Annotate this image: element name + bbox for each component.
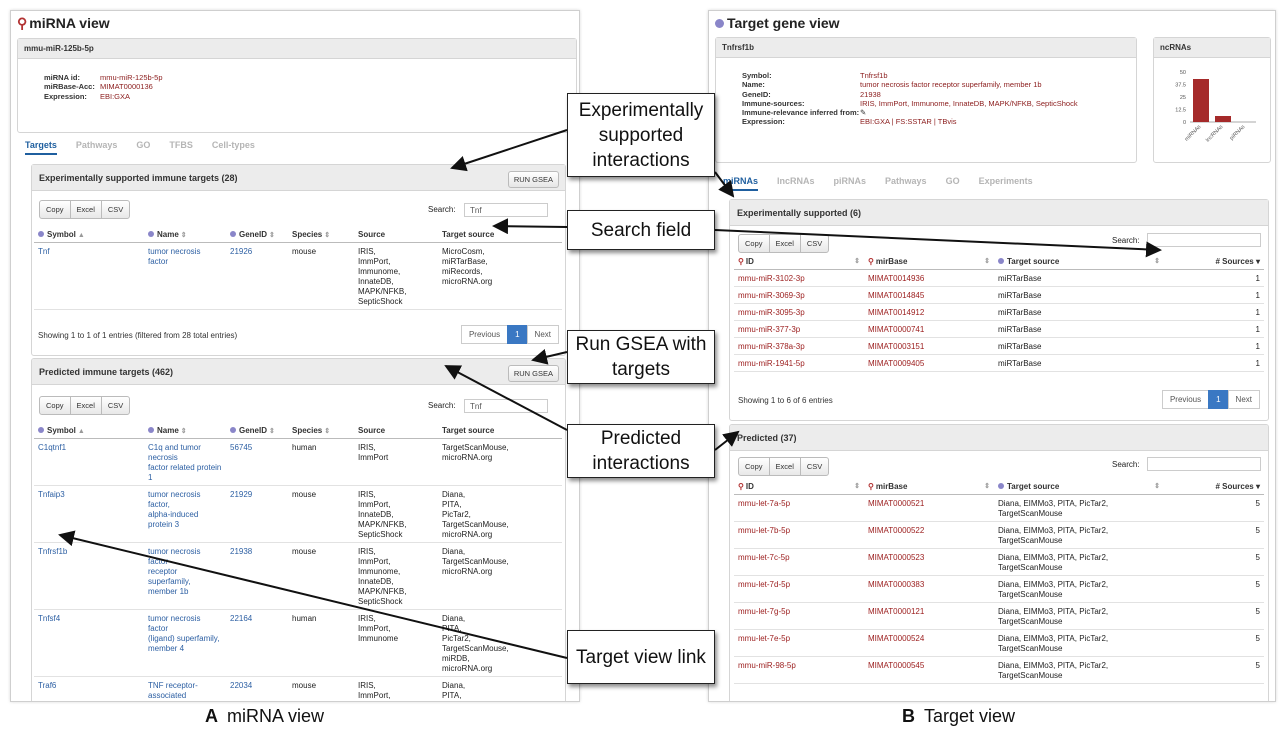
caption-a-text: miRNA view [227, 706, 325, 726]
caption-b-letter: B [902, 706, 915, 726]
caption-b: B Target view [902, 706, 1015, 727]
caption-a: AmiRNA view [205, 706, 324, 727]
arrow-search-to-a [492, 218, 568, 235]
arrow-pred-to-a [444, 365, 568, 431]
caption-a-letter: A [205, 706, 218, 726]
caption-b-text: Target view [924, 706, 1016, 726]
arrow-gsea [531, 349, 568, 365]
callout-search: Search field [567, 210, 715, 250]
callout-gsea: Run GSEA with targets [567, 330, 715, 384]
callout-target: Target view link [567, 630, 715, 684]
arrow-search-to-b [714, 229, 1162, 258]
callout-exp: Experimentally supported interactions [567, 93, 715, 177]
arrow-exp-to-a [450, 129, 568, 172]
callout-pred: Predicted interactions [567, 424, 715, 478]
arrow-target-link [58, 530, 568, 659]
arrow-pred-to-b [714, 430, 740, 451]
arrow-exp-to-b [714, 171, 735, 198]
